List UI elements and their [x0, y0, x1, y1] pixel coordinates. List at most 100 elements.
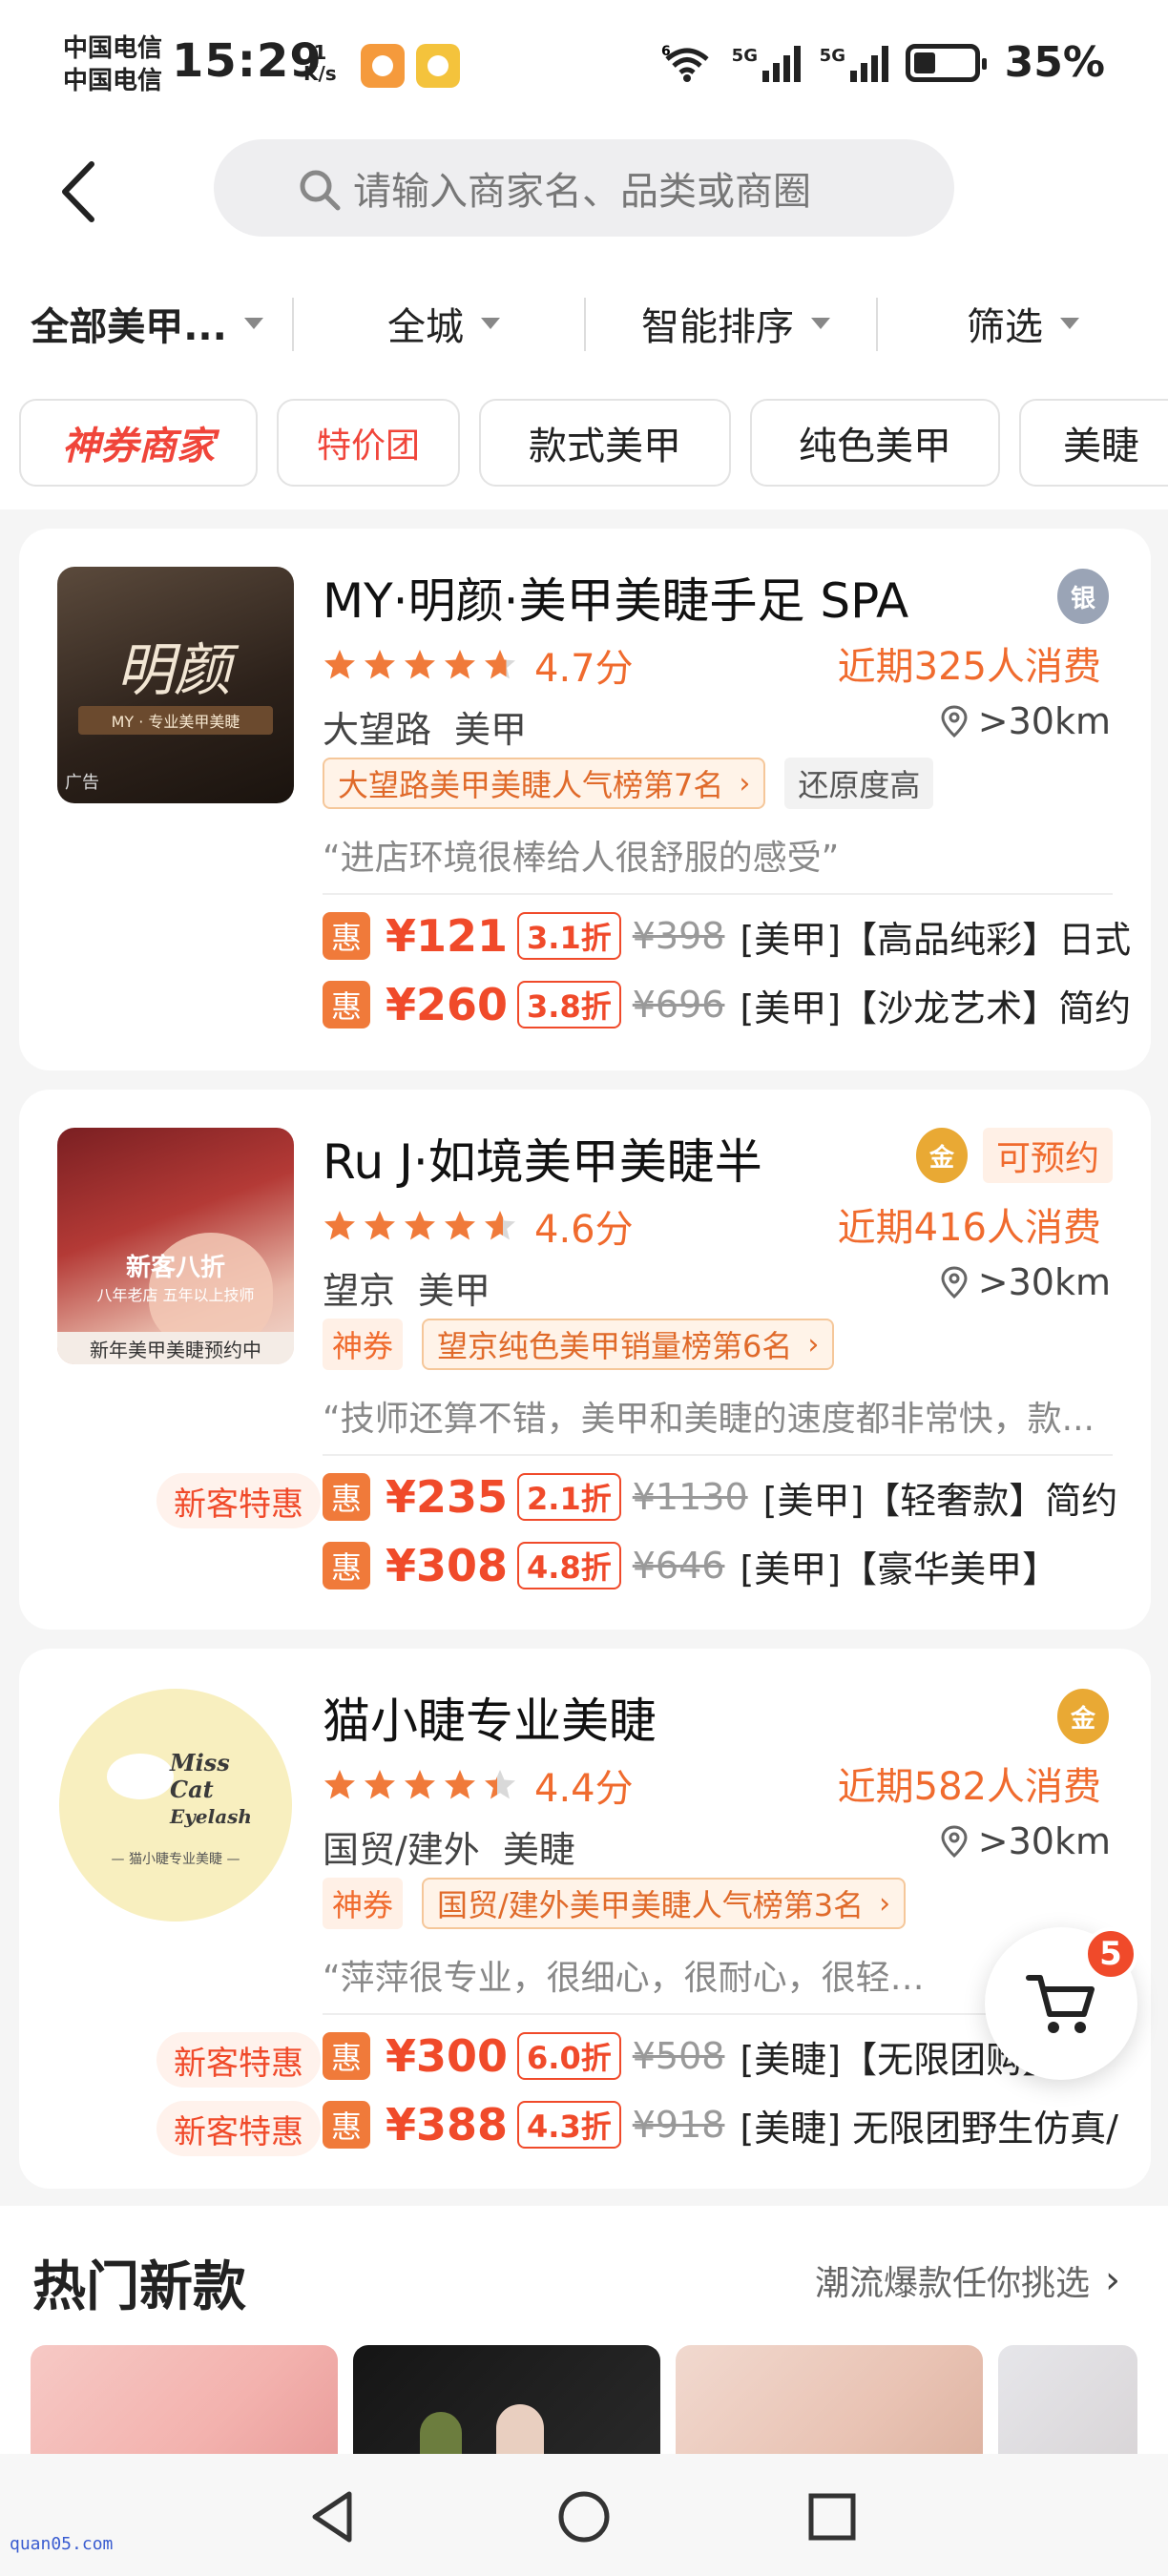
back-button[interactable] [53, 158, 111, 225]
deal-price: ¥121 [386, 910, 509, 962]
deal-row[interactable]: 惠 ¥235 2.1折 ¥1130 [美甲]【轻奢款】简约 [323, 1469, 1117, 1525]
battery-level: 35% [1004, 38, 1105, 87]
deal-price: ¥260 [386, 979, 509, 1030]
deal-row[interactable]: 惠 ¥260 3.8折 ¥696 [美甲]【沙龙艺术】简约 [323, 977, 1131, 1032]
deal-title: [美甲]【高品纯彩】日式 [740, 918, 1132, 961]
search-header: 请输入商家名、品类或商圈 [0, 134, 1168, 254]
filter-bar: 全部美甲... 全城 智能排序 筛选 [0, 254, 1168, 395]
battery-icon [905, 43, 987, 82]
shop-name[interactable]: MY·明颜·美甲美睫手足 SPA [323, 563, 908, 632]
chevron-right-icon: › [739, 766, 751, 800]
shop-tags: 神券 望京纯色美甲销量榜第6名 › [323, 1319, 835, 1370]
see-more-link[interactable]: 潮流爆款任你挑选 › [815, 2255, 1120, 2305]
deal-row[interactable]: 惠 ¥308 4.8折 ¥646 [美甲]【豪华美甲】 [323, 1538, 1058, 1593]
square-recents-icon [808, 2493, 856, 2541]
star-icon [485, 1211, 515, 1240]
stars-icon [323, 1209, 523, 1243]
chevron-right-icon: › [879, 1886, 891, 1921]
business-district: 望京 [323, 1270, 396, 1312]
star-rating: 4.4分 [323, 1757, 634, 1813]
rating-score: 4.7分 [534, 647, 634, 691]
chip-style-nails[interactable]: 款式美甲 [479, 399, 731, 487]
stars-icon [323, 648, 523, 682]
chip-super-coupon[interactable]: 神券商家 [19, 399, 258, 487]
shop-category: 美甲 [454, 709, 528, 751]
star-rating: 4.7分 [323, 637, 634, 693]
star-icon [485, 1770, 515, 1799]
ranking-tag-label: 大望路美甲美睫人气榜第7名 [338, 767, 724, 803]
shop-card[interactable]: 明颜 MY · 专业美甲美睫 广告 MY·明颜·美甲美睫手足 SPA 银 4.7… [19, 529, 1151, 1070]
filter-region[interactable]: 全城 [305, 292, 582, 355]
shop-name[interactable]: Ru J·如境美甲美睫半 [323, 1124, 762, 1193]
deal-badge-icon: 惠 [323, 2032, 370, 2080]
filter-category-label: 全部美甲... [31, 305, 227, 349]
filter-category[interactable]: 全部美甲... [13, 292, 281, 355]
ad-label: 广告 [65, 773, 99, 793]
chevron-down-icon [243, 318, 263, 329]
divider [876, 298, 878, 351]
business-district: 大望路 [323, 709, 432, 751]
gold-medal-icon: 金 [1057, 1689, 1109, 1744]
chip-solid-nails[interactable]: 纯色美甲 [750, 399, 1000, 487]
search-input[interactable]: 请输入商家名、品类或商圈 [214, 139, 954, 237]
deal-discount: 2.1折 [517, 1473, 621, 1521]
deal-row[interactable]: 惠 ¥121 3.1折 ¥398 [美甲]【高品纯彩】日式 [323, 908, 1131, 964]
clock: 15:29 [172, 34, 323, 88]
shop-name[interactable]: 猫小睫专业美睫 [323, 1683, 657, 1752]
filter-more[interactable]: 筛选 [889, 292, 1157, 355]
nav-recents-button[interactable] [802, 2486, 863, 2547]
star-icon [405, 1770, 435, 1799]
chip-special-deal[interactable]: 特价团 [277, 399, 460, 487]
net-speed-value: 1 [313, 41, 327, 64]
chip-eyelash[interactable]: 美睫 [1019, 399, 1168, 487]
deal-discount: 6.0折 [517, 2032, 621, 2080]
distance-value: >30km [977, 1820, 1111, 1862]
distance: >30km [940, 1261, 1111, 1303]
signal-icon-1: 5G [732, 44, 801, 82]
thumb-tagline: MY · 专业美甲美睫 [78, 706, 273, 735]
star-icon [405, 1211, 435, 1240]
filter-sort[interactable]: 智能排序 [597, 292, 874, 355]
deal-title: [美甲]【豪华美甲】 [740, 1548, 1059, 1590]
star-icon [324, 650, 355, 679]
shop-area: 望京 美甲 [323, 1261, 490, 1314]
shop-area: 国贸/建外 美睫 [323, 1820, 575, 1873]
nav-home-button[interactable] [553, 2486, 615, 2547]
deal-row[interactable]: 惠 ¥388 4.3折 ¥918 [美睫] 无限团野生仿真/ [323, 2097, 1118, 2152]
divider [323, 1454, 1113, 1456]
network-type-1: 5G [731, 45, 758, 66]
location-pin-icon [941, 1825, 968, 1858]
deal-price: ¥388 [386, 2099, 509, 2150]
star-icon [445, 650, 475, 679]
deal-row[interactable]: 惠 ¥300 6.0折 ¥508 [美睫]【无限团购】 [323, 2028, 1058, 2084]
deal-price: ¥235 [386, 1471, 509, 1523]
star-rating: 4.6分 [323, 1198, 634, 1254]
distance: >30km [940, 700, 1111, 742]
bookable-badge: 可预约 [982, 1128, 1113, 1183]
network-type-2: 5G [819, 45, 845, 66]
quick-filter-chips: 神券商家 特价团 款式美甲 纯色美甲 美睫 [0, 395, 1168, 509]
deal-discount: 4.8折 [517, 1542, 621, 1589]
system-nav-bar [0, 2454, 1168, 2576]
new-customer-label: 新客特惠 [156, 1473, 321, 1528]
ranking-tag[interactable]: 大望路美甲美睫人气榜第7名 › [323, 758, 766, 809]
notification-app-icon [361, 44, 405, 88]
chevron-down-icon [481, 318, 500, 329]
deal-badge-icon: 惠 [323, 912, 370, 960]
ranking-tag[interactable]: 望京纯色美甲销量榜第6名 › [422, 1319, 835, 1370]
nav-back-button[interactable] [303, 2486, 365, 2547]
star-icon [445, 1770, 475, 1799]
deal-original-price: ¥696 [632, 984, 725, 1026]
weibo-notification-icon [416, 44, 460, 88]
search-placeholder: 请输入商家名、品类或商圈 [353, 170, 811, 214]
cat-silhouette [107, 1754, 174, 1799]
deal-discount: 3.1折 [517, 912, 621, 960]
back-arrow-icon [62, 161, 94, 222]
wifi-icon: 6 [661, 44, 713, 82]
shop-thumbnail: 新客八折 八年老店 五年以上技师 新年美甲美睫预约中 [57, 1128, 294, 1364]
shop-card[interactable]: 新客八折 八年老店 五年以上技师 新年美甲美睫预约中 Ru J·如境美甲美睫半 … [19, 1090, 1151, 1630]
ranking-tag[interactable]: 国贸/建外美甲美睫人气榜第3名 › [422, 1878, 907, 1929]
shop-card[interactable]: Miss Cat Eyelash — 猫小睫专业美睫 — 猫小睫专业美睫 金 4… [19, 1649, 1151, 2189]
rating-score: 4.4分 [534, 1767, 634, 1811]
star-icon [324, 1770, 355, 1799]
